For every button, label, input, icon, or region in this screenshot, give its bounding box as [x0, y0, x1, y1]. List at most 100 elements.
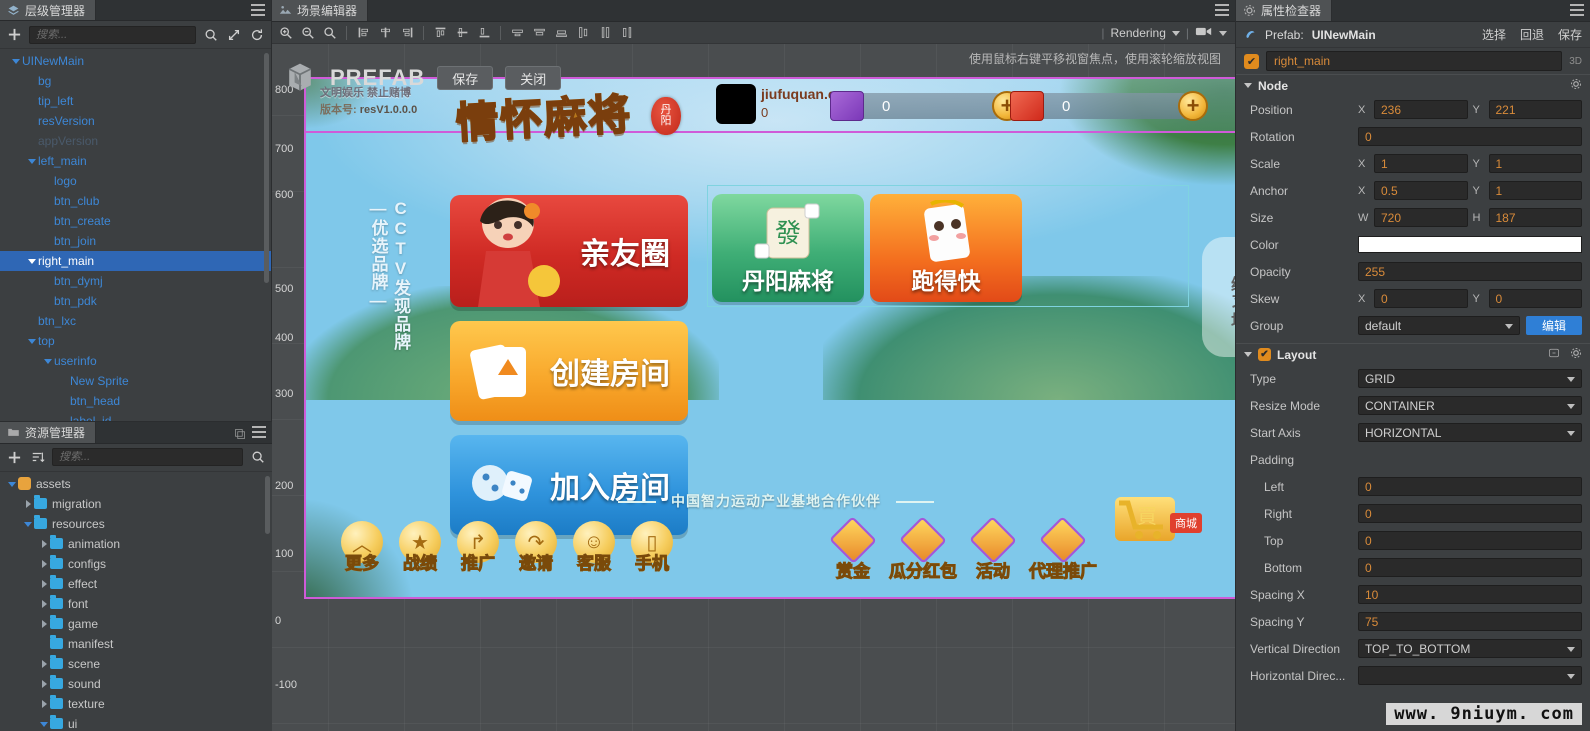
chevron-down-icon[interactable]: [6, 478, 18, 490]
chevron-right-icon[interactable]: [38, 678, 50, 690]
right-main-container[interactable]: 發 丹阳麻将 跑得快: [707, 185, 1189, 307]
distribute-left-icon[interactable]: [507, 24, 527, 42]
group-select[interactable]: default: [1358, 316, 1520, 335]
expand-icon[interactable]: [225, 26, 242, 43]
scene-viewport[interactable]: 800 700 600 500 400 300 200 100 0 -100 PREFAB 保存 …: [272, 44, 1235, 731]
assets-scrollbar[interactable]: [265, 475, 270, 534]
chevron-right-icon[interactable]: [38, 558, 50, 570]
btn-pdk[interactable]: 跑得快: [870, 194, 1022, 302]
bottom-item-邀请[interactable]: ↷ 邀请: [508, 521, 564, 574]
position-x-input[interactable]: 236: [1374, 100, 1468, 119]
search-icon[interactable]: [202, 26, 219, 43]
asset-node-effect[interactable]: effect: [0, 574, 272, 594]
padding-left-input[interactable]: 0: [1358, 477, 1582, 496]
distribute-center-icon[interactable]: [529, 24, 549, 42]
asset-node-animation[interactable]: animation: [0, 534, 272, 554]
hierarchy-search-box[interactable]: [29, 25, 196, 44]
asset-node-font[interactable]: font: [0, 594, 272, 614]
bottom-item-手机[interactable]: ▯ 手机: [624, 521, 680, 574]
hierarchy-scrollbar[interactable]: [264, 52, 269, 283]
bottom-item-瓜分红包[interactable]: 瓜分红包: [888, 516, 958, 582]
prefab-save-button[interactable]: 保存: [437, 66, 494, 90]
assets-tree[interactable]: assets migration resources animation configs…: [0, 472, 272, 731]
rotation-input[interactable]: 0: [1358, 127, 1582, 146]
hierarchy-node-appversion[interactable]: appVersion: [0, 131, 271, 151]
hierarchy-node-btn-dymj[interactable]: btn_dymj: [0, 271, 271, 291]
gear-icon[interactable]: [1570, 347, 1582, 362]
mode-3d-label[interactable]: 3D: [1569, 56, 1582, 67]
camera-icon[interactable]: [1195, 25, 1213, 41]
distribute-middle-icon[interactable]: [595, 24, 615, 42]
asset-node-texture[interactable]: texture: [0, 694, 272, 714]
align-center-h-icon[interactable]: [375, 24, 395, 42]
asset-node-resources[interactable]: resources: [0, 514, 272, 534]
group-edit-button[interactable]: 编辑: [1526, 316, 1582, 335]
btn-lxc[interactable]: 练习场: [1202, 237, 1235, 357]
bottom-item-推广[interactable]: ↱ 推广: [450, 521, 506, 574]
chevron-down-icon[interactable]: [1219, 30, 1227, 36]
avatar[interactable]: [716, 84, 756, 124]
skew-x-input[interactable]: 0: [1374, 289, 1468, 308]
help-icon[interactable]: [1548, 347, 1560, 362]
opacity-input[interactable]: 255: [1358, 262, 1582, 281]
chevron-right-icon[interactable]: [38, 618, 50, 630]
anchor-x-input[interactable]: 0.5: [1374, 181, 1468, 200]
anchor-y-input[interactable]: 1: [1488, 181, 1582, 200]
gear-icon[interactable]: [1570, 78, 1582, 93]
skew-y-input[interactable]: 0: [1488, 289, 1582, 308]
tab-inspector[interactable]: 属性检查器: [1236, 0, 1333, 21]
hierarchy-node-logo[interactable]: logo: [0, 171, 271, 191]
bottom-item-客服[interactable]: ☺ 客服: [566, 521, 622, 574]
align-bottom-icon[interactable]: [474, 24, 494, 42]
chevron-down-icon[interactable]: [42, 355, 54, 367]
align-middle-v-icon[interactable]: [452, 24, 472, 42]
scale-y-input[interactable]: 1: [1488, 154, 1582, 173]
node-name-input[interactable]: right_main: [1266, 51, 1563, 71]
chevron-down-icon[interactable]: [26, 335, 38, 347]
chevron-down-icon[interactable]: [1171, 30, 1180, 36]
hierarchy-node-top[interactable]: top: [0, 331, 271, 351]
chevron-right-icon[interactable]: [38, 598, 50, 610]
asset-node-game[interactable]: game: [0, 614, 272, 634]
zoom-out-icon[interactable]: [298, 24, 318, 42]
assets-search-box[interactable]: [52, 448, 243, 467]
chevron-down-icon[interactable]: [1244, 352, 1252, 357]
hierarchy-tree[interactable]: UINewMain bg tip_left resVersion appVersion l…: [0, 49, 271, 421]
sort-icon[interactable]: [29, 449, 46, 466]
plus-icon[interactable]: [6, 26, 23, 43]
align-top-icon[interactable]: [430, 24, 450, 42]
prefab-save-action[interactable]: 保存: [1558, 26, 1582, 43]
prefab-select-action[interactable]: 选择: [1482, 26, 1506, 43]
hierarchy-node-left-main[interactable]: left_main: [0, 151, 271, 171]
plus-icon[interactable]: [6, 449, 23, 466]
resize-mode-select[interactable]: CONTAINER: [1358, 396, 1582, 415]
size-h-input[interactable]: 187: [1488, 208, 1582, 227]
start-axis-select[interactable]: HORIZONTAL: [1358, 423, 1582, 442]
game-preview-canvas[interactable]: 文明娱乐 禁止赌博 版本号: resV1.0.0.0 情怀麻将 丹 阳 jiuf…: [304, 77, 1235, 599]
asset-node-sound[interactable]: sound: [0, 674, 272, 694]
spacing-x-input[interactable]: 10: [1358, 585, 1582, 604]
hierarchy-node-label-id[interactable]: label_id: [0, 411, 271, 421]
chevron-down-icon[interactable]: [1244, 83, 1252, 88]
asset-node-ui[interactable]: ui: [0, 714, 272, 731]
hierarchy-node-btn-create[interactable]: btn_create: [0, 211, 271, 231]
hierarchy-node-btn-pdk[interactable]: btn_pdk: [0, 291, 271, 311]
align-right-icon[interactable]: [397, 24, 417, 42]
asset-node-manifest[interactable]: manifest: [0, 634, 272, 654]
chevron-down-icon[interactable]: [26, 255, 38, 267]
assets-menu-icon[interactable]: [252, 426, 266, 438]
hierarchy-node-btn-lxc[interactable]: btn_lxc: [0, 311, 271, 331]
chevron-right-icon[interactable]: [38, 658, 50, 670]
size-w-input[interactable]: 720: [1374, 208, 1468, 227]
distribute-bottom-icon[interactable]: [617, 24, 637, 42]
scene-menu-icon[interactable]: [1215, 4, 1229, 16]
prefab-revert-action[interactable]: 回退: [1520, 26, 1544, 43]
hierarchy-node-bg[interactable]: bg: [0, 71, 271, 91]
hierarchy-search-input[interactable]: [36, 28, 189, 41]
btn-join[interactable]: 加入房间: [450, 435, 688, 535]
prefab-close-button[interactable]: 关闭: [505, 66, 562, 90]
distribute-right-icon[interactable]: [551, 24, 571, 42]
hierarchy-node-resversion[interactable]: resVersion: [0, 111, 271, 131]
btn-club[interactable]: 亲友圈: [450, 195, 688, 307]
tab-assets[interactable]: 资源管理器: [0, 422, 97, 443]
